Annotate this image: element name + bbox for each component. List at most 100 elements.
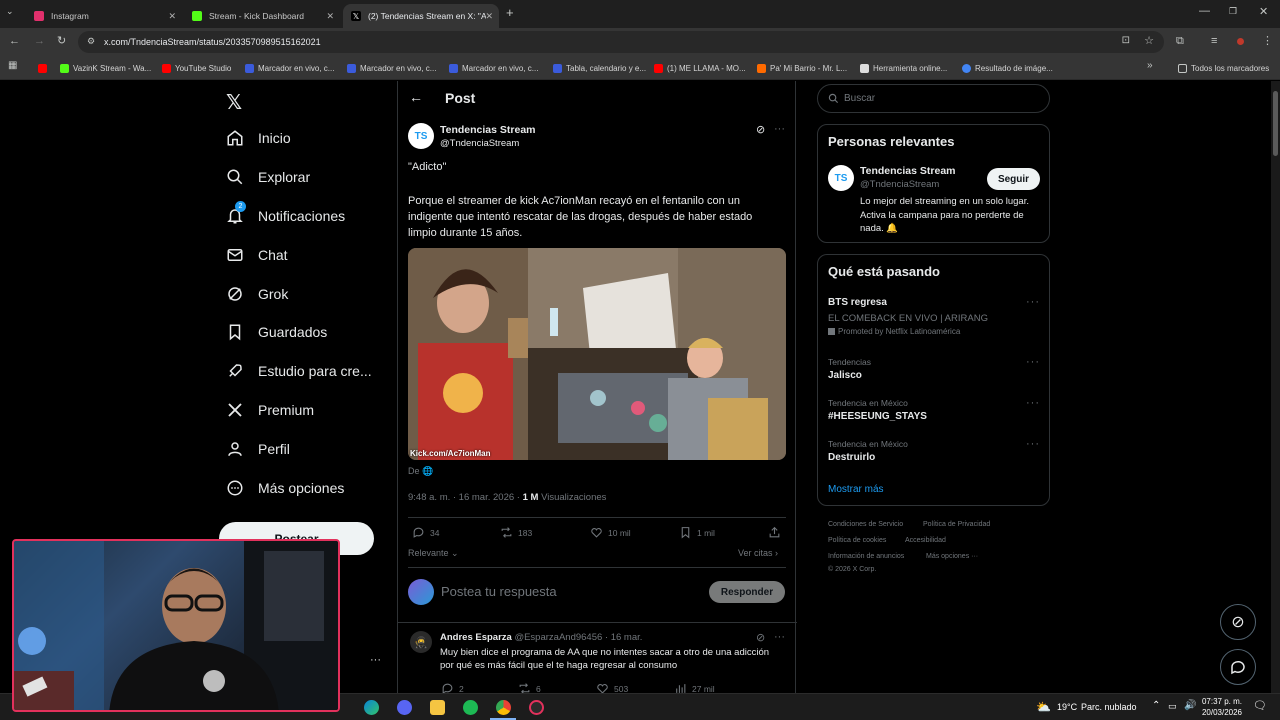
bookmark-item[interactable]: Resultado de imáge... [962, 61, 1053, 75]
more-options-icon[interactable]: ··· [774, 631, 785, 643]
reply-repost-action[interactable]: 6 [518, 682, 541, 693]
more-bookmarks-icon[interactable]: » [1147, 60, 1153, 71]
spotify-icon[interactable] [463, 700, 478, 715]
grok-icon[interactable]: ⊘ [756, 123, 765, 136]
tab-x-post[interactable]: 𝕏 (2) Tendencias Stream en X: "A ✕ [343, 4, 499, 28]
reply-author-handle[interactable]: @EsparzaAnd96456 · 16 mar. [514, 632, 642, 643]
more-options-icon[interactable]: ··· [1026, 356, 1040, 368]
footer-privacy[interactable]: Política de Privacidad [923, 521, 990, 528]
bookmark-item[interactable]: (1) ME LLAMA - MO... [654, 61, 746, 75]
reply-button[interactable]: Responder [709, 581, 785, 603]
discord-icon[interactable] [397, 700, 412, 715]
new-tab-icon[interactable]: + [506, 5, 514, 20]
trend-item[interactable]: BTS regresa EL COMEBACK EN VIVO | ARIRAN… [828, 297, 1038, 336]
edge-icon[interactable] [364, 700, 379, 715]
relevant-handle[interactable]: @TndenciaStream [860, 179, 939, 190]
footer-more[interactable]: Más opciones ··· [926, 553, 978, 560]
reply-author-name[interactable]: Andres Esparza [440, 632, 512, 643]
site-info-icon[interactable]: ⚙ [87, 36, 95, 47]
temperature[interactable]: 19°C [1057, 702, 1077, 712]
sidebar-item-premium[interactable]: Premium [226, 397, 314, 423]
bookmark-item[interactable]: Marcador en vivo, c... [347, 61, 436, 75]
sidebar-item-estudio[interactable]: Estudio para cre... [226, 358, 372, 384]
view-quotes-link[interactable]: Ver citas › [738, 548, 778, 558]
footer-terms[interactable]: Condiciones de Servicio [828, 521, 903, 528]
trend-item[interactable]: Tendencias Jalisco [828, 357, 871, 381]
bookmark-item[interactable]: Herramienta online... [860, 61, 947, 75]
address-bar[interactable]: ⚙ x.com/TndenciaStream/status/2033570989… [78, 31, 1164, 53]
account-more-icon[interactable]: ··· [370, 654, 381, 666]
sidebar-item-notificaciones[interactable]: 2 Notificaciones [226, 201, 345, 229]
footer-accessibility[interactable]: Accesibilidad [905, 537, 946, 544]
scrollbar-thumb[interactable] [1273, 91, 1278, 156]
post-image[interactable]: Kick.com/Ac7ionMan [408, 248, 786, 460]
reply-action[interactable]: 34 [412, 526, 439, 539]
close-icon[interactable]: ✕ [326, 11, 334, 22]
grok-floating-button[interactable]: ⊘ [1220, 604, 1256, 640]
back-arrow-icon[interactable]: ← [409, 89, 423, 105]
media-control-icon[interactable]: ≡ [1211, 35, 1217, 47]
close-icon[interactable]: ✕ [485, 11, 493, 22]
follow-button[interactable]: Seguir [987, 168, 1040, 190]
avatar[interactable]: TS [828, 165, 854, 191]
chrome-icon[interactable] [496, 700, 511, 715]
author-handle[interactable]: @TndenciaStream [440, 138, 519, 149]
star-icon[interactable]: ☆ [1144, 34, 1154, 47]
search-input[interactable]: Buscar [817, 84, 1050, 113]
repost-action[interactable]: 183 [500, 526, 532, 539]
reply-input[interactable]: Postea tu respuesta [441, 584, 557, 599]
menu-icon[interactable]: ⋮ [1262, 34, 1273, 47]
sidebar-item-inicio[interactable]: Inicio [226, 125, 291, 151]
more-options-icon[interactable]: ··· [1026, 438, 1040, 450]
sidebar-item-guardados[interactable]: Guardados [226, 319, 327, 345]
relevant-name[interactable]: Tendencias Stream [860, 165, 956, 177]
reply-avatar[interactable]: 🥷 [410, 631, 432, 653]
bookmark-item[interactable]: Marcador en vivo, c... [449, 61, 538, 75]
file-explorer-icon[interactable] [430, 700, 445, 715]
sidebar-item-explorar[interactable]: Explorar [226, 164, 310, 190]
sidebar-item-mas-opciones[interactable]: Más opciones [226, 475, 344, 501]
sort-dropdown[interactable]: Relevante ⌄ [408, 548, 459, 559]
clock[interactable]: 07:37 p. m. 20/03/2026 [1200, 696, 1242, 718]
reload-icon[interactable]: ↻ [57, 34, 66, 47]
bookmark-item[interactable]: Tabla, calendario y e... [553, 61, 646, 75]
close-icon[interactable]: ✕ [168, 11, 176, 22]
share-action[interactable] [768, 526, 786, 539]
post-timestamp[interactable]: 9:48 a. m. · 16 mar. 2026 · [408, 492, 520, 503]
bookmark-item[interactable] [38, 61, 51, 75]
author-name[interactable]: Tendencias Stream [440, 124, 536, 136]
reply-views-action[interactable]: 27 mil [674, 682, 715, 693]
sidebar-item-chat[interactable]: Chat [226, 242, 288, 268]
footer-cookies[interactable]: Política de cookies [828, 537, 886, 544]
install-app-icon[interactable]: ⊡ [1122, 35, 1130, 46]
apps-grid-icon[interactable]: ▦ [8, 60, 17, 71]
obs-icon[interactable] [529, 700, 544, 715]
scrollbar[interactable] [1271, 81, 1280, 693]
tab-search-icon[interactable]: ⌄ [6, 6, 14, 17]
reply-reply-action[interactable]: 2 [441, 682, 464, 693]
bookmark-action[interactable]: 1 mil [679, 526, 715, 539]
reply-like-action[interactable]: 503 [596, 682, 628, 693]
grok-icon[interactable]: ⊘ [756, 631, 765, 644]
minimize-icon[interactable]: — [1199, 5, 1210, 17]
tab-instagram[interactable]: Instagram ✕ [26, 4, 182, 28]
show-more-link[interactable]: Mostrar más [828, 484, 884, 495]
more-options-icon[interactable]: ··· [774, 123, 785, 135]
weather-label[interactable]: Parc. nublado [1081, 702, 1137, 712]
restore-icon[interactable]: ❐ [1229, 6, 1237, 17]
sidebar-item-perfil[interactable]: Perfil [226, 436, 290, 462]
more-options-icon[interactable]: ··· [1026, 296, 1040, 308]
notifications-icon[interactable]: 🗨 [1253, 699, 1267, 712]
sidebar-item-grok[interactable]: Grok [226, 281, 288, 307]
battery-icon[interactable]: ▭ [1168, 701, 1177, 712]
speaker-icon[interactable]: 🔊 [1184, 700, 1196, 711]
tab-kick-dashboard[interactable]: Stream - Kick Dashboard ✕ [184, 4, 340, 28]
like-action[interactable]: 10 mil [590, 526, 631, 539]
more-options-icon[interactable]: ··· [1026, 397, 1040, 409]
trend-item[interactable]: Tendencia en México #HEESEUNG_STAYS [828, 398, 927, 422]
trend-item[interactable]: Tendencia en México Destruirlo [828, 439, 908, 463]
back-icon[interactable]: ← [9, 35, 20, 47]
messages-floating-button[interactable] [1220, 649, 1256, 685]
avatar[interactable]: TS [408, 123, 434, 149]
profile-avatar[interactable] [1237, 38, 1244, 45]
